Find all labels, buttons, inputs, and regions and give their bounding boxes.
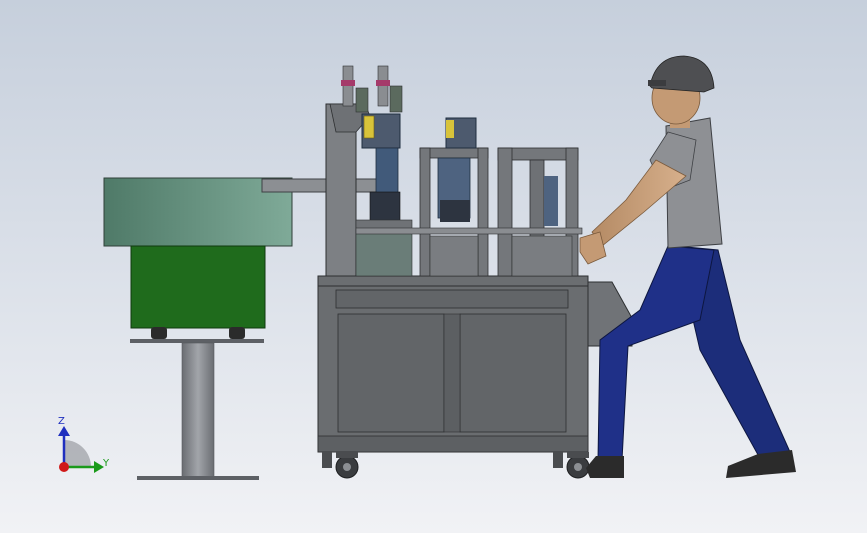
feeder-foot-left <box>151 327 167 339</box>
caster-mount-left <box>336 452 358 458</box>
frame-3-tool <box>544 176 558 226</box>
cabinet-door-right <box>459 313 567 433</box>
feeder-body <box>130 245 266 329</box>
feeder-pedestal-foot <box>137 476 259 480</box>
cabinet-door-divider <box>443 313 461 433</box>
cad-viewport[interactable]: Z Y <box>0 0 867 533</box>
x-axis-dot <box>59 462 69 472</box>
feed-track <box>261 178 385 193</box>
vibratory-feeder <box>103 177 293 480</box>
operator-leg-front <box>597 245 715 461</box>
caster-hub-left <box>343 463 351 471</box>
operator-helmet-brim <box>648 80 666 86</box>
leveling-foot-right <box>553 452 563 468</box>
press-1-cylinder-yellow <box>363 115 375 139</box>
press-2-base <box>429 235 479 277</box>
table-top <box>317 275 589 287</box>
feeder-base-plate <box>130 339 264 343</box>
operator-shoe-back <box>726 450 796 478</box>
feeder-foot-right <box>229 327 245 339</box>
caster-hub-right <box>574 463 582 471</box>
leveling-foot-left <box>322 452 332 468</box>
cabinet-top-rail <box>335 289 569 309</box>
operator-figure <box>579 55 796 478</box>
station-press-2 <box>419 117 489 277</box>
operator-helmet <box>649 55 715 93</box>
frame-3-block <box>511 235 573 277</box>
transfer-rail <box>355 227 583 235</box>
cylinder-body-3 <box>355 87 369 113</box>
cylinder-cap-2 <box>376 80 390 86</box>
cylinder-body-4 <box>389 85 403 113</box>
machine-cabinet <box>317 275 633 479</box>
triad-quarter-disc <box>64 440 91 467</box>
axis-triad: Z Y <box>58 416 110 473</box>
feeder-pedestal-column <box>181 342 215 478</box>
z-axis-label: Z <box>58 416 65 427</box>
station-press-1 <box>325 65 413 277</box>
press-2-cylinder-yellow <box>446 120 454 138</box>
frame-3-left <box>497 147 513 277</box>
press-2-frame-left <box>419 147 431 277</box>
press-1-tool <box>369 191 401 223</box>
press-2-frame-right <box>477 147 489 277</box>
press-1-lower-block <box>355 229 413 277</box>
press-2-tool <box>440 200 470 222</box>
station-frame-3 <box>497 147 579 277</box>
caster-mount-right <box>567 452 589 458</box>
y-axis-label: Y <box>102 458 110 469</box>
z-axis-arrow <box>58 426 70 436</box>
cad-assembly-scene: Z Y <box>58 55 796 480</box>
cylinder-cap-1 <box>341 80 355 86</box>
cabinet-bottom-rail <box>317 435 589 453</box>
operator-shoe-front <box>586 456 624 478</box>
assembly-stations <box>325 65 583 277</box>
cabinet-door-left <box>337 313 445 433</box>
